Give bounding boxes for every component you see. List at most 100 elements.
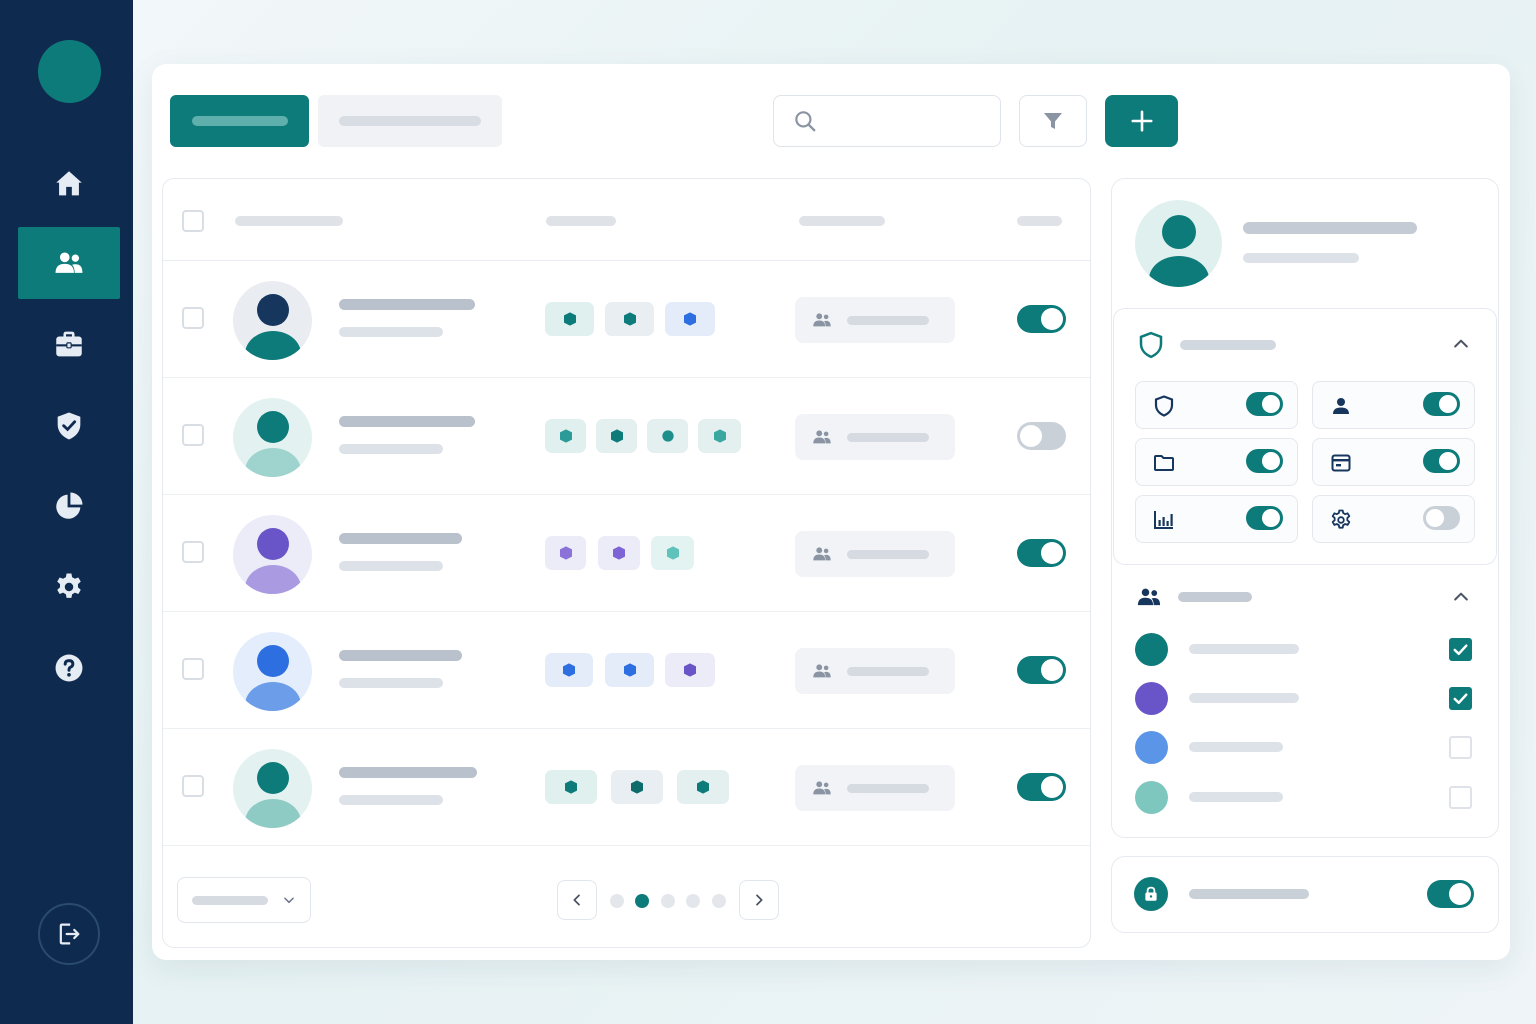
home-icon xyxy=(56,171,82,196)
column-header-group xyxy=(799,216,885,226)
permission-tile-settings[interactable] xyxy=(1312,495,1475,543)
group-chip[interactable] xyxy=(795,297,955,343)
filter-button[interactable] xyxy=(1019,95,1087,147)
tab-secondary[interactable] xyxy=(318,95,502,147)
sidebar-item-help[interactable] xyxy=(18,632,120,704)
select-all-checkbox[interactable] xyxy=(182,210,204,232)
sidebar-item-reports[interactable] xyxy=(18,470,120,542)
member-item[interactable] xyxy=(1135,680,1475,716)
rows-per-page-select[interactable] xyxy=(177,877,311,923)
user-name xyxy=(339,767,477,778)
pie-chart-icon xyxy=(56,492,83,519)
member-item[interactable] xyxy=(1135,729,1475,765)
member-checkbox[interactable] xyxy=(1449,736,1472,759)
user-email xyxy=(339,795,443,805)
tab-secondary-label xyxy=(339,116,481,126)
users-icon xyxy=(1137,588,1161,606)
logout-icon xyxy=(59,923,80,945)
chevron-up-icon[interactable] xyxy=(1451,334,1471,354)
avatar xyxy=(1135,200,1222,287)
table-row[interactable] xyxy=(163,378,1090,495)
permission-toggle[interactable] xyxy=(1246,506,1283,530)
group-chip[interactable] xyxy=(795,765,955,811)
search-box[interactable] xyxy=(773,95,1001,147)
shield-check-icon xyxy=(57,412,81,440)
page-dot-2[interactable] xyxy=(635,894,649,908)
member-checkbox[interactable] xyxy=(1449,638,1472,661)
row-checkbox[interactable] xyxy=(182,658,204,680)
avatar xyxy=(233,398,312,477)
briefcase-icon xyxy=(56,331,82,357)
group-chip[interactable] xyxy=(795,648,955,694)
permission-tile-billing[interactable] xyxy=(1312,438,1475,486)
page-dot-5[interactable] xyxy=(712,894,726,908)
member-checkbox[interactable] xyxy=(1449,786,1472,809)
row-checkbox[interactable] xyxy=(182,775,204,797)
shield-icon xyxy=(613,546,625,560)
page-dot-1[interactable] xyxy=(610,894,624,908)
permission-toggle[interactable] xyxy=(1246,392,1283,416)
search-input[interactable] xyxy=(830,113,990,129)
permission-toggle[interactable] xyxy=(1423,506,1460,530)
user-icon xyxy=(1333,398,1349,414)
role-badge xyxy=(545,302,594,336)
row-checkbox[interactable] xyxy=(182,424,204,446)
sidebar-item-briefcase[interactable] xyxy=(18,309,120,381)
table-row[interactable] xyxy=(163,729,1090,846)
role-badge xyxy=(677,770,729,804)
table-footer xyxy=(163,847,1090,947)
permission-tile-users[interactable] xyxy=(1312,381,1475,429)
permission-tile-analytics[interactable] xyxy=(1135,495,1298,543)
member-item[interactable] xyxy=(1135,779,1475,815)
avatar xyxy=(233,632,312,711)
page-dot-3[interactable] xyxy=(661,894,675,908)
logout-button[interactable] xyxy=(38,903,100,965)
table-row[interactable] xyxy=(163,612,1090,729)
group-name xyxy=(847,666,929,676)
next-page-button[interactable] xyxy=(739,880,779,920)
group-chip[interactable] xyxy=(795,531,955,577)
status-toggle[interactable] xyxy=(1017,773,1066,801)
sidebar-item-home[interactable] xyxy=(18,148,120,220)
users-icon xyxy=(813,430,831,444)
lock-toggle[interactable] xyxy=(1427,880,1474,908)
status-toggle[interactable] xyxy=(1017,656,1066,684)
permission-toggle[interactable] xyxy=(1423,392,1460,416)
permission-tile-security[interactable] xyxy=(1135,381,1298,429)
member-name xyxy=(1189,644,1299,654)
status-toggle[interactable] xyxy=(1017,539,1066,567)
status-toggle[interactable] xyxy=(1017,305,1066,333)
user-email xyxy=(339,561,443,571)
row-checkbox[interactable] xyxy=(182,541,204,563)
tab-primary[interactable] xyxy=(170,95,309,147)
group-chip[interactable] xyxy=(795,414,955,460)
member-checkbox[interactable] xyxy=(1449,687,1472,710)
column-header-status xyxy=(1017,216,1062,226)
permission-toggle[interactable] xyxy=(1423,449,1460,473)
user-email xyxy=(339,444,443,454)
member-item[interactable] xyxy=(1135,631,1475,667)
table-row[interactable] xyxy=(163,261,1090,378)
row-checkbox[interactable] xyxy=(182,307,204,329)
profile-email xyxy=(1243,253,1359,263)
add-user-button[interactable] xyxy=(1105,95,1178,147)
shield-icon xyxy=(684,663,696,677)
column-header-roles xyxy=(546,216,616,226)
role-badge xyxy=(605,302,654,336)
gear-icon xyxy=(57,573,81,598)
role-badge xyxy=(611,770,663,804)
prev-page-button[interactable] xyxy=(557,880,597,920)
role-badge xyxy=(596,419,637,453)
role-badge xyxy=(665,302,715,336)
app-logo[interactable] xyxy=(38,40,101,103)
page-dot-4[interactable] xyxy=(686,894,700,908)
sidebar-item-security[interactable] xyxy=(18,390,120,462)
table-row[interactable] xyxy=(163,495,1090,612)
chevron-up-icon[interactable] xyxy=(1451,587,1471,607)
permission-toggle[interactable] xyxy=(1246,449,1283,473)
permission-tile-files[interactable] xyxy=(1135,438,1298,486)
lock-icon xyxy=(1145,886,1157,901)
sidebar-item-users[interactable] xyxy=(18,227,120,299)
status-toggle[interactable] xyxy=(1017,422,1066,450)
sidebar-item-settings[interactable] xyxy=(18,551,120,623)
